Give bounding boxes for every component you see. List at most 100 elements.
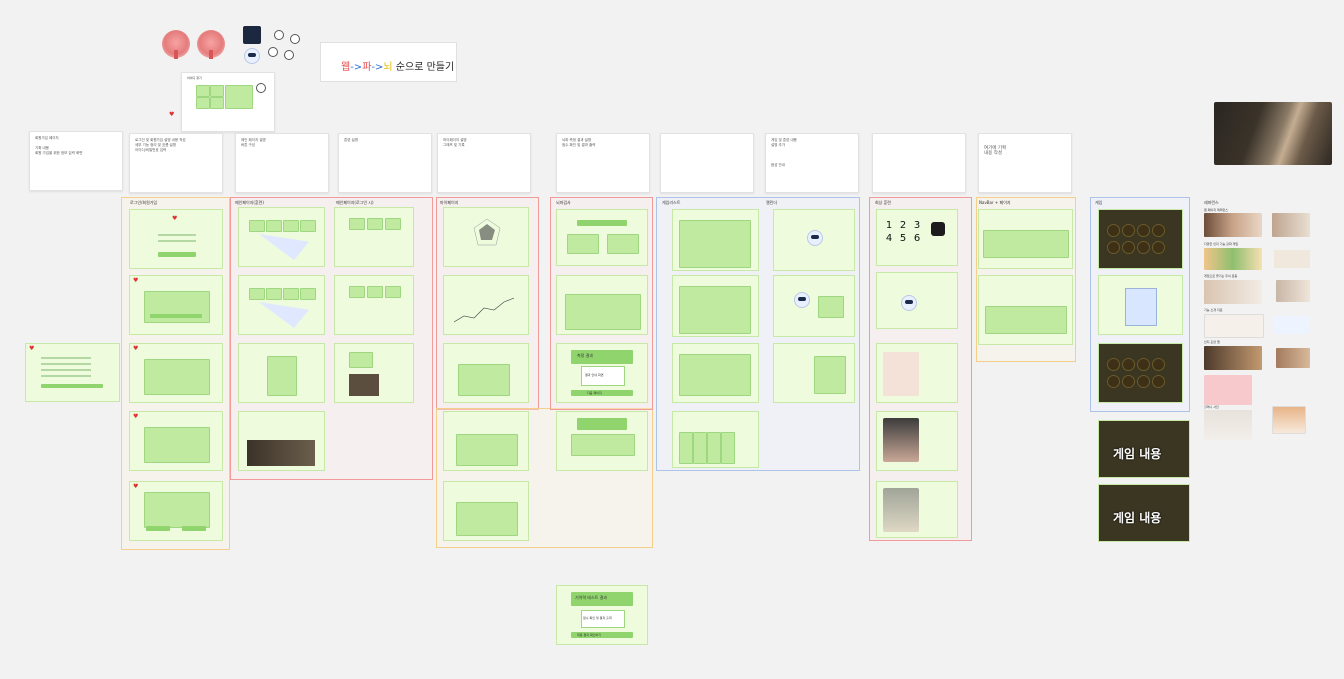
mypage-screen[interactable]: [443, 275, 529, 335]
cancel-button[interactable]: [146, 526, 170, 531]
mypage-screen[interactable]: [443, 481, 529, 541]
game-screen[interactable]: [1098, 209, 1183, 269]
main-screen[interactable]: [238, 275, 325, 335]
section-label: 뇌파검사: [556, 200, 571, 205]
main-screen[interactable]: [238, 411, 325, 471]
game-screen[interactable]: [1098, 343, 1183, 403]
mypage-screen[interactable]: [443, 207, 529, 267]
section-label: 게임리스트: [662, 200, 681, 205]
game-list-screen[interactable]: [672, 343, 759, 403]
reference-item: 인지 훈련 앱: [1204, 340, 1220, 344]
game-big-text: 게임 내용: [1113, 447, 1162, 461]
menu-button[interactable]: [210, 85, 224, 97]
heart-logo-icon: ♥: [133, 413, 139, 420]
reference-image: [1204, 213, 1262, 237]
submit-button[interactable]: [41, 384, 103, 388]
sticky-note[interactable]: 여기에 기획 내용 작성: [978, 133, 1072, 193]
mypage-screen[interactable]: [443, 411, 529, 471]
keypad-key[interactable]: 4: [883, 233, 895, 244]
navbar-screen[interactable]: [978, 209, 1073, 269]
menu-button[interactable]: [196, 97, 210, 109]
login-button[interactable]: [158, 252, 196, 257]
robot-icon: [807, 230, 823, 246]
robot-icon: [244, 48, 260, 64]
sticky-note[interactable]: [872, 133, 966, 193]
sticky-note[interactable]: 메인 페이지 설명 버튼 구성: [235, 133, 329, 193]
recall-screen[interactable]: [876, 481, 958, 538]
game-list-screen[interactable]: [672, 209, 759, 271]
next-button[interactable]: [571, 390, 633, 396]
reference-image: [1274, 316, 1310, 334]
recall-screen[interactable]: [876, 411, 958, 471]
result-screen[interactable]: 측정 결과 결과 안내 화면 다음 페이지: [556, 343, 648, 403]
training-screen[interactable]: [334, 207, 414, 267]
signup-screen[interactable]: ♥: [129, 481, 223, 541]
id-find-card[interactable]: 아이디 찾기: [181, 72, 275, 132]
mypage-screen[interactable]: [443, 343, 529, 403]
result-sub: 점수 확인 및 결과 출력: [583, 616, 612, 620]
recall-screen[interactable]: [876, 343, 958, 403]
title-part: 뇌: [383, 62, 393, 73]
keypad-key[interactable]: 1: [883, 220, 895, 231]
keypad-key[interactable]: 3: [911, 220, 923, 231]
reference-image: [1274, 250, 1310, 268]
section-label: 메인페이지(로그인 시): [336, 200, 374, 205]
keypad-key[interactable]: 2: [897, 220, 909, 231]
keypad-key[interactable]: 6: [911, 233, 923, 244]
user-avatar-icon: [274, 30, 284, 40]
calendar-screen[interactable]: [773, 275, 855, 337]
signup-screen[interactable]: ♥: [129, 411, 223, 471]
title-part: ->: [371, 62, 384, 73]
game-screen[interactable]: [1098, 275, 1183, 335]
game-list-screen[interactable]: [672, 275, 759, 337]
phone-icon[interactable]: [931, 222, 945, 236]
sticky-note[interactable]: 게임 및 훈련 내용 설명 추가 음성 안내: [765, 133, 859, 193]
sticky-note[interactable]: 마이페이지 설명 그래프 및 기록: [437, 133, 531, 193]
game-list-screen[interactable]: [672, 411, 759, 468]
main-screen[interactable]: [238, 343, 325, 403]
note-text: 뇌파 측정 결과 설명 점수 확인 및 결과 출력: [562, 138, 596, 147]
training-screen[interactable]: [334, 275, 414, 335]
line-chart: [454, 297, 514, 323]
eeg-screen[interactable]: [556, 275, 648, 335]
training-screen[interactable]: [334, 343, 414, 403]
preview-panel: [225, 85, 253, 109]
section-label: 캘린더: [766, 200, 778, 205]
eeg-screen[interactable]: [556, 209, 648, 266]
sticky-note[interactable]: [660, 133, 754, 193]
reference-image: [1272, 406, 1306, 434]
menu-button[interactable]: [210, 97, 224, 109]
robot-icon: [794, 292, 810, 308]
signup-screen[interactable]: ♥: [129, 275, 223, 335]
result-title: 측정 결과: [577, 353, 593, 358]
sticky-note[interactable]: 뇌파 측정 결과 설명 점수 확인 및 결과 출력: [556, 133, 650, 193]
heart-logo-icon: ♥: [172, 215, 178, 222]
user-avatar-icon: [290, 34, 300, 44]
signup-screen[interactable]: ♥: [129, 343, 223, 403]
game-screen[interactable]: 게임 내용: [1098, 484, 1190, 542]
option-button[interactable]: [567, 234, 599, 254]
navbar-screen[interactable]: [978, 275, 1073, 345]
result-sub: 결과 안내 화면: [585, 373, 604, 377]
result-screen[interactable]: [556, 411, 648, 471]
id-find-label: 아이디 찾기: [187, 76, 202, 80]
confirm-button[interactable]: [182, 526, 206, 531]
sticky-note[interactable]: 로그인 및 회원가입 설명 내용 작성 세부 기능 정리 및 흐름 설명 아이디…: [129, 133, 223, 193]
keypad-key[interactable]: 5: [897, 233, 909, 244]
login-screen[interactable]: ♥: [129, 209, 223, 269]
phone-screen[interactable]: 123 456: [876, 209, 958, 266]
main-screen[interactable]: [238, 207, 325, 267]
game-screen[interactable]: 게임 내용: [1098, 420, 1190, 478]
menu-button[interactable]: [196, 85, 210, 97]
sticky-note[interactable]: 훈련 설명: [338, 133, 432, 193]
calendar-screen[interactable]: [773, 343, 855, 403]
option-button[interactable]: [607, 234, 639, 254]
calendar-screen[interactable]: [773, 209, 855, 271]
next-button[interactable]: [150, 314, 202, 318]
login-screen[interactable]: ♥: [25, 343, 120, 402]
section-label: 회상 훈련: [875, 200, 891, 205]
reference-image: [1272, 213, 1310, 237]
sticky-note[interactable]: 회원가입 페이지 기획 내용 회원 가입을 위한 정보 입력 화면: [29, 131, 123, 191]
recall-screen[interactable]: [876, 272, 958, 329]
result-screen[interactable]: 기억력 테스트 결과 점수 확인 및 결과 출력 최종 결과 확인하기: [556, 585, 648, 645]
